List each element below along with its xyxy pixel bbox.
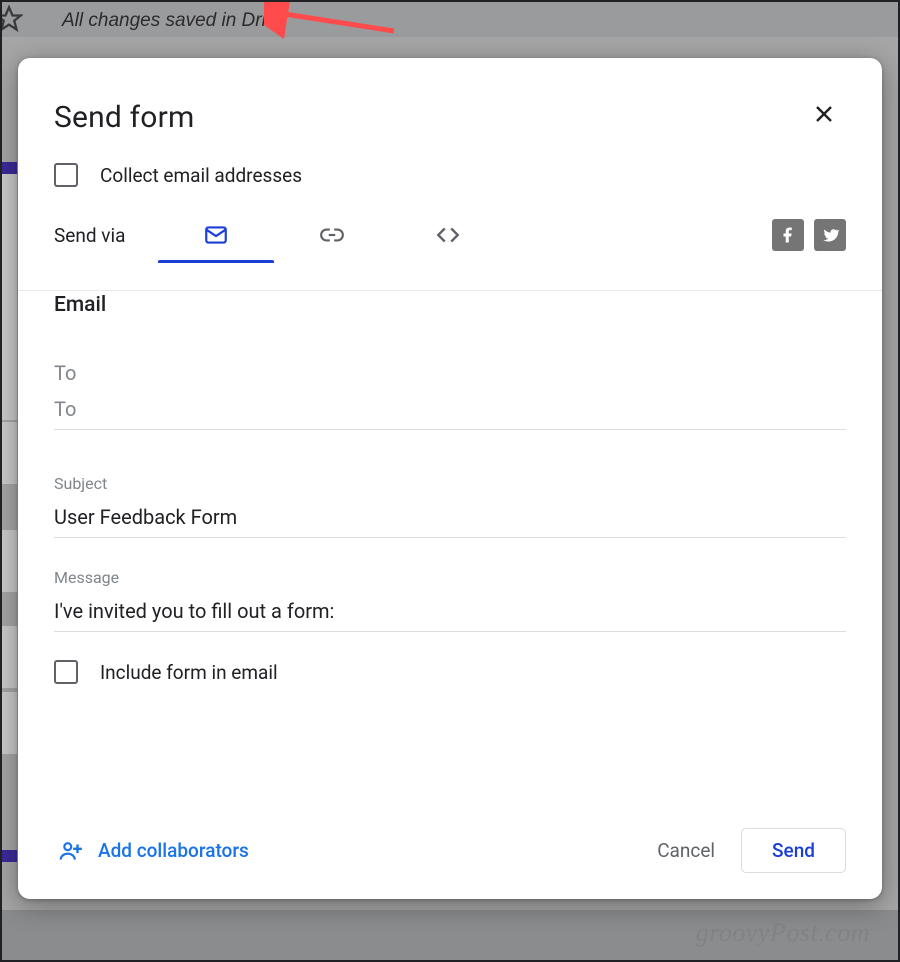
bg-row <box>2 422 17 484</box>
star-icon[interactable] <box>0 2 26 36</box>
cancel-button[interactable]: Cancel <box>639 829 733 872</box>
email-icon <box>203 222 229 248</box>
message-input[interactable] <box>54 593 846 632</box>
send-via-row: Send via <box>54 207 846 263</box>
social-share <box>772 219 846 251</box>
close-icon <box>812 102 836 126</box>
link-icon <box>319 222 345 248</box>
include-form-row: Include form in email <box>54 660 846 684</box>
send-button[interactable]: Send <box>741 828 846 873</box>
add-collaborators-label: Add collaborators <box>98 839 249 862</box>
bg-row <box>2 174 17 420</box>
bg-row <box>2 530 17 592</box>
to-field-label: To <box>54 361 846 385</box>
subject-field-label: Subject <box>54 474 846 493</box>
to-input[interactable] <box>54 391 846 430</box>
saved-status-text: All changes saved in Drive <box>62 10 286 32</box>
bg-accent <box>2 850 17 862</box>
email-section-heading: Email <box>54 293 846 317</box>
embed-icon <box>435 222 461 248</box>
subject-input[interactable] <box>54 499 846 538</box>
app-background: All changes saved in Drive groovyPost.co… <box>0 0 900 962</box>
facebook-share-button[interactable] <box>772 219 804 251</box>
divider <box>18 290 882 291</box>
tab-link[interactable] <box>274 207 390 263</box>
collect-email-label: Collect email addresses <box>100 164 302 187</box>
include-form-checkbox[interactable] <box>54 660 78 684</box>
send-via-label: Send via <box>54 224 158 247</box>
facebook-icon <box>779 226 797 244</box>
message-field-label: Message <box>54 568 846 587</box>
include-form-label: Include form in email <box>100 661 278 684</box>
twitter-share-button[interactable] <box>814 219 846 251</box>
tab-email[interactable] <box>158 207 274 263</box>
send-form-dialog: Send form Collect email addresses Send v… <box>18 58 882 899</box>
person-add-icon <box>58 838 84 864</box>
collect-email-checkbox[interactable] <box>54 163 78 187</box>
add-collaborators-button[interactable]: Add collaborators <box>54 832 253 870</box>
dialog-title: Send form <box>54 100 846 135</box>
close-button[interactable] <box>806 96 842 132</box>
collect-email-row: Collect email addresses <box>54 163 846 187</box>
watermark-text: groovyPost.com <box>696 918 870 948</box>
dialog-footer: Add collaborators Cancel Send <box>54 828 846 873</box>
tab-embed[interactable] <box>390 207 506 263</box>
bg-accent <box>2 162 17 174</box>
bg-row <box>2 626 17 688</box>
bg-row <box>2 692 17 754</box>
twitter-icon <box>821 226 839 244</box>
